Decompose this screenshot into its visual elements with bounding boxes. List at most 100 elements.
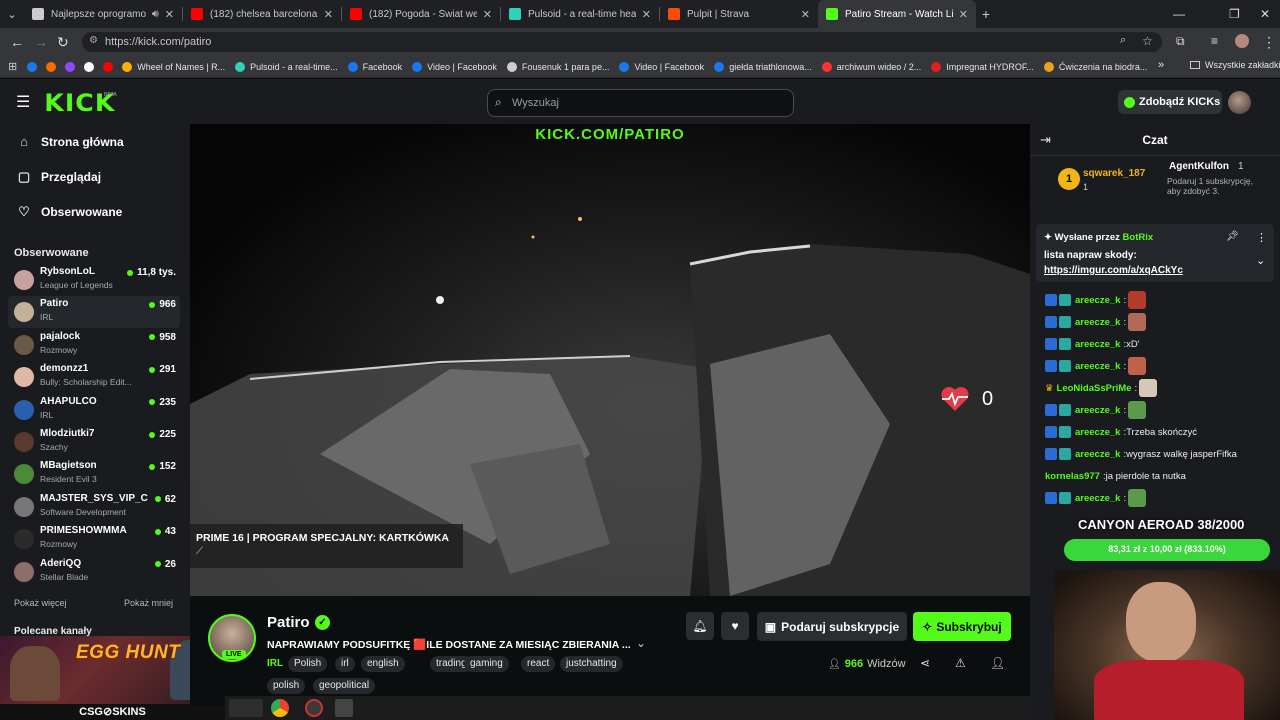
more-bookmarks-icon[interactable]: » — [1158, 59, 1164, 71]
tag-chip[interactable]: Polish — [288, 656, 328, 672]
followed-channel-item[interactable]: RybsonLoL League of Legends 11,8 tys. — [8, 264, 180, 296]
followed-channel-item[interactable]: Patiro IRL 966 — [8, 296, 180, 329]
bookmark-item[interactable]: Pulsoid - a real-time... — [235, 61, 338, 72]
close-tab-icon[interactable]: ✕ — [165, 8, 174, 21]
tag-chip[interactable]: polish — [267, 678, 306, 694]
menu-icon[interactable]: ⋮ — [1262, 34, 1276, 51]
close-tab-icon[interactable]: ✕ — [642, 8, 651, 21]
show-more-link[interactable]: Pokaż więcej — [14, 598, 67, 608]
hamburger-menu-icon[interactable]: ☰ — [16, 92, 30, 112]
profile-avatar[interactable] — [1235, 34, 1249, 48]
restore-icon[interactable]: ❐ — [1229, 7, 1240, 21]
chat-username[interactable]: areecze_k — [1075, 405, 1120, 416]
bookmark-item[interactable]: Facebook — [347, 61, 402, 72]
tag-chip[interactable]: irl — [335, 656, 355, 672]
chat-username[interactable]: areecze_k — [1075, 295, 1120, 306]
followed-channel-item[interactable]: MAJSTER_SYS_VIP_C Software Development 62 — [8, 491, 180, 523]
zoom-icon[interactable]: ⌕ — [1120, 34, 1126, 47]
close-window-icon[interactable]: ✕ — [1260, 7, 1270, 21]
bookmark-item[interactable] — [46, 61, 61, 72]
search-input[interactable]: ⌕ Wyszukaj — [487, 89, 794, 117]
media-icon[interactable]: ≡ — [1211, 34, 1218, 48]
bookmark-item[interactable]: giełda triathlonowa... — [714, 61, 812, 72]
close-tab-icon[interactable]: ✕ — [801, 8, 810, 21]
bookmark-item[interactable] — [27, 61, 42, 72]
sidebar-item-browse[interactable]: ▢ Przeglądaj — [17, 170, 101, 185]
followed-channel-item[interactable]: demonzz1 Bully: Scholarship Edit... 291 — [8, 361, 180, 393]
bookmark-item[interactable] — [103, 61, 118, 72]
tag-chip[interactable]: justchatting — [560, 656, 623, 672]
chat-username[interactable]: areecze_k — [1075, 449, 1120, 460]
all-bookmarks[interactable]: Wszystkie zakładki — [1190, 60, 1280, 70]
chrome-icon[interactable] — [271, 699, 289, 717]
app-icon[interactable] — [305, 699, 323, 717]
more-options-icon[interactable]: ⋮ — [1256, 231, 1267, 244]
followed-channel-item[interactable]: pajalock Rozmowy 958 — [8, 329, 180, 361]
bookmark-star-icon[interactable]: ☆ — [1142, 34, 1153, 48]
browser-tab[interactable]: (182) Pogoda - Świat według K ✕ — [342, 0, 500, 28]
browser-tab[interactable]: Pulsoid - a real-time heart rate ✕ — [501, 0, 659, 28]
user-profile-icon[interactable]: 👤︎ — [990, 656, 1005, 670]
pin-icon[interactable]: 📌︎ — [1226, 231, 1239, 242]
pinned-message-link[interactable]: https://imgur.com/a/xqACkYc — [1044, 265, 1183, 276]
close-tab-icon[interactable]: ✕ — [959, 8, 968, 21]
browser-tab[interactable]: Najlepsze oprogramowanie 🔊︎ ✕ — [24, 0, 182, 28]
tag-chip[interactable]: english — [361, 656, 405, 672]
gifter-name[interactable]: AgentKulfon — [1169, 161, 1229, 172]
tag-chip[interactable]: gaming — [464, 656, 509, 672]
apps-icon[interactable]: ⊞ — [8, 60, 17, 73]
bookmark-item[interactable]: Video | Facebook — [619, 61, 704, 72]
close-tab-icon[interactable]: ✕ — [483, 8, 492, 21]
follow-heart-button[interactable]: ♥ — [721, 612, 749, 640]
followed-channel-item[interactable]: Mlodziutki7 Szachy 225 — [8, 426, 180, 458]
speaker-icon[interactable]: 🔊︎ — [152, 8, 159, 21]
new-tab-button[interactable]: + — [976, 6, 996, 22]
bookmark-item[interactable]: Ćwiczenia na biodra... — [1043, 61, 1147, 72]
chat-username[interactable]: areecze_k — [1075, 317, 1120, 328]
chat-username[interactable]: areecze_k — [1075, 493, 1120, 504]
forward-icon[interactable]: → — [34, 34, 48, 50]
site-info-icon[interactable]: ⚙ — [89, 35, 98, 46]
chat-username[interactable]: kornelas977 — [1045, 471, 1100, 482]
pinned-user[interactable]: BotRix — [1123, 232, 1154, 243]
top-gifter-name[interactable]: sqwarek_187 — [1083, 168, 1145, 179]
tab-search-icon[interactable]: ⌄ — [0, 8, 24, 21]
chat-username[interactable]: areecze_k — [1075, 339, 1120, 350]
chevron-down-icon[interactable]: ⌄ — [1256, 254, 1265, 267]
subscribe-button[interactable]: ✧ Subskrybuj — [913, 612, 1011, 641]
followed-channel-item[interactable]: AHAPULCO IRL 235 — [8, 394, 180, 426]
report-icon[interactable]: ⚠ — [955, 656, 966, 670]
minimize-icon[interactable]: — — [1173, 7, 1185, 21]
category-link[interactable]: IRL — [267, 656, 283, 672]
user-avatar[interactable] — [1228, 91, 1251, 114]
share-icon[interactable]: ⋖ — [920, 656, 930, 670]
tag-chip[interactable]: geopolitical — [313, 678, 376, 694]
chevron-down-icon[interactable]: ⌄ — [636, 636, 646, 650]
bookmark-item[interactable] — [84, 61, 99, 72]
bookmark-item[interactable]: Fousenuk 1 para pe... — [506, 61, 609, 72]
terminal-icon[interactable] — [335, 699, 353, 717]
browser-tab[interactable]: Patiro Stream - Watch Live on K ✕ — [818, 0, 976, 28]
reload-icon[interactable]: ↻ — [57, 34, 69, 51]
chat-username[interactable]: areecze_k — [1075, 361, 1120, 372]
followed-channel-item[interactable]: AderiQQ Stellar Blade 26 — [8, 556, 180, 588]
browser-tab[interactable]: Pulpit | Strava ✕ — [660, 0, 818, 28]
get-kicks-button[interactable]: Zdobądź KICKs — [1118, 90, 1222, 114]
bookmark-item[interactable]: Video | Facebook — [412, 61, 497, 72]
url-field[interactable]: ⚙ https://kick.com/patiro ⌕ ☆ — [82, 32, 1162, 52]
sidebar-item-following[interactable]: ♡ Obserwowane — [17, 205, 122, 220]
bookmark-item[interactable]: archiwum wideo / 2... — [821, 61, 921, 72]
notification-bell-button[interactable]: 🔔︎ — [686, 612, 714, 640]
extensions-icon[interactable]: ⧉ — [1176, 34, 1185, 49]
back-icon[interactable]: ← — [10, 34, 24, 50]
show-less-link[interactable]: Pokaż mniej — [124, 598, 173, 608]
followed-channel-item[interactable]: PRIMESHOWMMA Rozmowy 43 — [8, 523, 180, 555]
browser-tab[interactable]: (182) chelsea barcelona 2009 - ✕ — [183, 0, 341, 28]
tag-chip[interactable]: react — [521, 656, 556, 672]
bookmark-item[interactable]: Wheel of Names | R... — [122, 61, 225, 72]
gift-subscription-button[interactable]: ▣ Podaruj subskrypcje — [757, 612, 907, 641]
streamer-name[interactable]: Patiro — [267, 614, 310, 631]
chat-username[interactable]: areecze_k — [1075, 427, 1120, 438]
sidebar-item-home[interactable]: ⌂ Strona główna — [17, 135, 124, 150]
bookmark-item[interactable]: Impregnat HYDROF... — [931, 61, 1034, 72]
